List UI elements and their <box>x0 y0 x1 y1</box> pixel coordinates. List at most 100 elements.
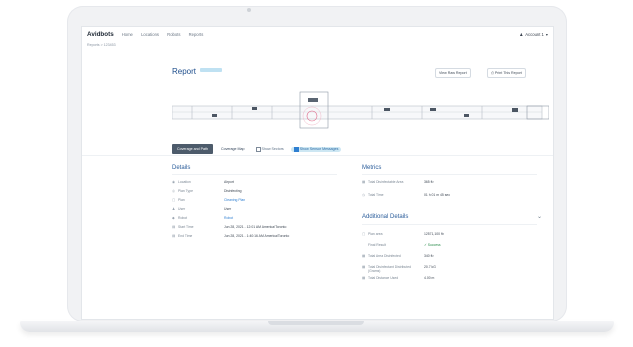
user-menu[interactable]: ♟ Account 1 ▾ <box>520 32 549 37</box>
print-report-button[interactable]: ⎙ Print This Report <box>487 68 526 78</box>
metrics-row: ▦ Total Disinfectable Area 365 ft² <box>362 180 542 191</box>
tab-coverage-path[interactable]: Coverage and Path <box>172 144 213 154</box>
details-title: Details <box>172 165 191 171</box>
nav-reports[interactable]: Reports <box>189 32 204 37</box>
row-value[interactable]: Robot <box>224 216 233 220</box>
show-sensor-label: Show Sensor Messages <box>299 147 339 151</box>
screen: Avidbots Home Locations Robots Reports ♟… <box>82 27 553 319</box>
row-value: Disinfecting <box>224 189 242 193</box>
row-value: Jun 28, 2021 - 12:01 AM America/Toronto <box>224 225 287 229</box>
details-row: ▤ End Time Jun 28, 2021 - 1:40:16 AM Ameri… <box>172 234 352 241</box>
row-value: Jun 28, 2021 - 1:40:16 AM America/Toront… <box>224 234 290 238</box>
row-key: ♟ User <box>172 207 185 214</box>
nav-robots[interactable]: Robots <box>167 32 180 37</box>
row-key: ◷ Total Time <box>362 193 383 204</box>
row-value: 365 ft² <box>424 180 434 184</box>
row-label: Total Distance Used <box>368 276 399 280</box>
row-label: Location <box>178 180 191 184</box>
laptop-notch <box>268 321 364 325</box>
row-value: 20.7 kG <box>424 265 436 269</box>
calendar-icon: ▤ <box>172 225 176 229</box>
row-value: 01 h 01 m 45 sec <box>424 193 451 197</box>
blank-icon <box>362 243 366 252</box>
details-row: ◎ Plan Type Disinfecting <box>172 189 352 196</box>
row-value: ✓ Success <box>424 243 441 247</box>
robot-icon: ◆ <box>172 216 175 220</box>
row-key: ▦ Total Disinfectable Area <box>362 180 403 191</box>
distance-icon: ▦ <box>362 276 366 280</box>
metrics-row: ◷ Total Time 01 h 01 m 45 sec <box>362 193 542 204</box>
row-label: Final Result <box>368 243 386 247</box>
report-id-highlight <box>200 68 222 72</box>
metrics-title: Metrics <box>362 165 382 171</box>
user-name: Account 1 <box>525 31 544 37</box>
row-key: ◉ Location <box>172 180 191 187</box>
additional-row: Final Result ✓ Success <box>362 243 542 252</box>
disinfectant-icon: ▦ <box>362 265 366 269</box>
details-row: ▤ Start Time Jun 28, 2021 - 12:01 AM Ameri… <box>172 225 352 232</box>
details-divider <box>172 174 337 175</box>
calendar-end-icon: ▤ <box>172 234 176 238</box>
row-key: ◆ Robot <box>172 216 187 223</box>
user-icon: ♟ <box>172 207 176 211</box>
chevron-down-icon[interactable]: ⌄ <box>537 213 542 220</box>
details-row: ♟ User User <box>172 207 352 214</box>
row-key: ▢ Plan area <box>362 232 383 241</box>
row-value: 340 ft² <box>424 254 434 258</box>
map-tabs: Coverage and Path Coverage Map Show Sect… <box>172 144 342 154</box>
main-nav: Home Locations Robots Reports <box>122 32 211 37</box>
row-value[interactable]: Cleaning Plan <box>224 198 245 202</box>
row-label: Total Time <box>368 193 384 197</box>
checkbox-icon <box>255 146 261 152</box>
chevron-down-icon: ▾ <box>545 31 548 37</box>
details-row: ▢ Plan Cleaning Plan <box>172 198 352 205</box>
additional-row: ▦ Total Area Disinfected 340 ft² <box>362 254 542 263</box>
location-icon: ◉ <box>172 180 175 184</box>
brand-logo[interactable]: Avidbots <box>87 31 114 38</box>
row-label: Total Area Disinfected <box>368 254 401 258</box>
additional-row: ▢ Plan area 12571,100 ft² <box>362 232 542 241</box>
row-label: Plan Type <box>178 189 194 193</box>
row-label: Total Disinfectant Distributed (Grams) <box>368 265 411 273</box>
print-report-label: Print This Report <box>494 71 522 75</box>
plan-type-icon: ◎ <box>172 189 175 193</box>
row-value: User <box>224 207 232 211</box>
area-icon: ▦ <box>362 180 366 184</box>
row-label: User <box>178 207 186 211</box>
row-value: 12571,100 ft² <box>424 232 444 236</box>
top-nav: Avidbots Home Locations Robots Reports ♟… <box>82 27 553 41</box>
row-key: ▦ Total Distance Used <box>362 276 398 285</box>
tab-coverage-map[interactable]: Coverage Map <box>217 145 249 153</box>
show-sectors-toggle[interactable]: Show Sectors <box>253 146 287 152</box>
row-label: Plan area <box>368 232 383 236</box>
row-label: Total Disinfectable Area <box>368 180 404 184</box>
additional-row: ▦ Total Distance Used 4.00 m <box>362 276 542 285</box>
row-key: ◎ Plan Type <box>172 189 193 196</box>
camera <box>247 8 251 12</box>
row-key: Final Result <box>362 243 386 252</box>
show-sensor-toggle[interactable]: Show Sensor Messages <box>290 146 342 152</box>
breadcrumb[interactable]: Reports > 123453 <box>82 41 553 49</box>
row-label: Robot <box>178 216 188 220</box>
additional-details-title: Additional Details <box>362 214 409 220</box>
clock-icon: ◷ <box>362 193 365 197</box>
nav-locations[interactable]: Locations <box>141 32 159 37</box>
area2-icon: ▦ <box>362 254 366 258</box>
plan-area-icon: ▢ <box>362 232 366 236</box>
show-sectors-label: Show Sectors <box>261 147 284 151</box>
row-key: ▤ Start Time <box>172 225 193 232</box>
row-label: Plan <box>178 198 185 202</box>
row-key: ▢ Plan <box>172 198 185 205</box>
coverage-map[interactable] <box>172 90 549 130</box>
details-row: ◆ Robot Robot <box>172 216 352 223</box>
details-row: ◉ Location Airport <box>172 180 352 187</box>
report-header: Report View Raw Report ⎙ Print This Repo… <box>82 61 553 79</box>
view-raw-report-button[interactable]: View Raw Report <box>435 68 471 78</box>
row-label: End Time <box>178 234 193 238</box>
metrics-divider <box>362 174 537 175</box>
row-value: 4.00 m <box>424 276 435 280</box>
nav-home[interactable]: Home <box>122 32 133 37</box>
row-label: Start Time <box>178 225 194 229</box>
checkbox-checked-icon <box>293 146 299 152</box>
divider <box>82 155 553 156</box>
